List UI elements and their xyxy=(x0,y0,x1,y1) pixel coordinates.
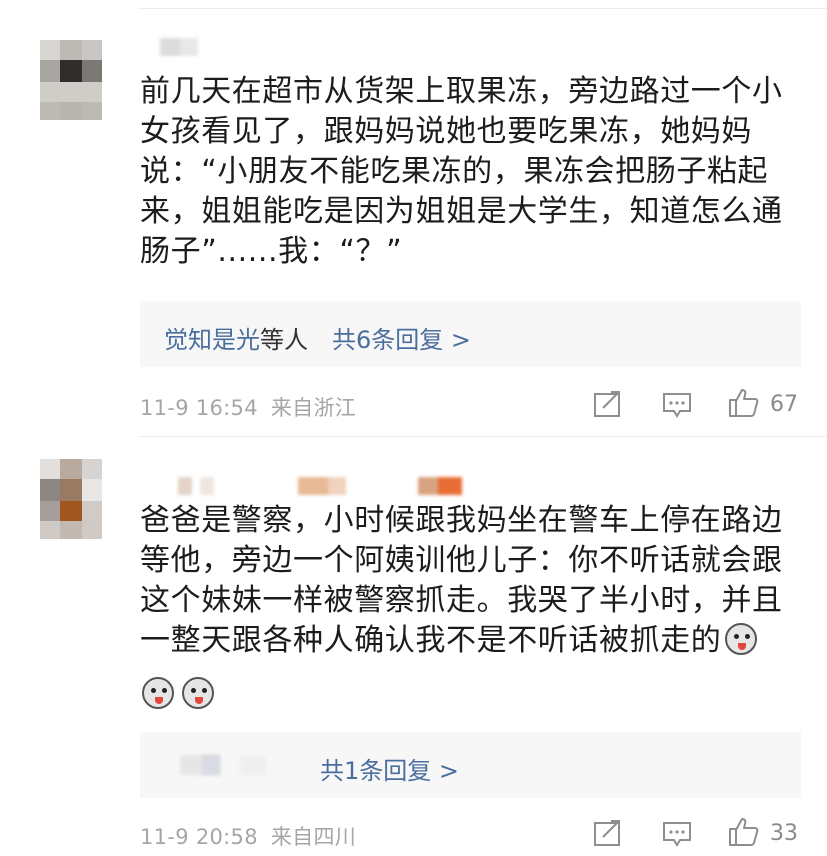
timestamp: 11-9 20:58 xyxy=(140,825,258,849)
comment-text: 爸爸是警察，小时候跟我妈坐在警车上停在路边等他，旁边一个阿姨训他儿子：你不听话就… xyxy=(140,503,783,658)
replies-preview[interactable]: 觉知是光等人 共6条回复 > xyxy=(140,301,801,367)
username-blurred[interactable] xyxy=(178,477,468,499)
husky-emoji-icon xyxy=(142,677,174,709)
share-icon[interactable] xyxy=(593,390,623,418)
location: 来自浙江 xyxy=(270,396,357,420)
husky-emoji-icon xyxy=(725,623,758,655)
avatar[interactable] xyxy=(40,40,102,120)
share-icon[interactable] xyxy=(593,819,623,847)
timestamp: 11-9 16:54 xyxy=(140,396,258,420)
comment-meta: 11-9 16:54 来自浙江 xyxy=(140,392,356,422)
husky-emoji-icon xyxy=(182,677,214,709)
comment-icon[interactable] xyxy=(662,391,692,419)
emoji-row xyxy=(142,677,222,709)
like-count: 67 xyxy=(770,392,798,417)
reply-usernames[interactable]: 觉知是光等人 共6条回复 > xyxy=(164,320,471,355)
thumbs-up-icon[interactable] xyxy=(728,817,760,847)
username-blurred[interactable] xyxy=(160,38,200,60)
thumbs-up-icon[interactable] xyxy=(728,388,760,418)
comment-item: 爸爸是警察，小时候跟我妈坐在警车上停在路边等他，旁边一个阿姨训他儿子：你不听话就… xyxy=(0,437,827,856)
reply-count-link[interactable]: 共1条回复 > xyxy=(320,751,459,786)
location: 来自四川 xyxy=(270,825,357,849)
comment-meta: 11-9 20:58 来自四川 xyxy=(140,821,356,851)
comment-text: 前几天在超市从货架上取果冻，旁边路过一个小女孩看见了，跟妈妈说她也要吃果冻，她妈… xyxy=(140,74,783,269)
comment-item: 前几天在超市从货架上取果冻，旁边路过一个小女孩看见了，跟妈妈说她也要吃果冻，她妈… xyxy=(0,0,827,437)
avatar[interactable] xyxy=(40,459,102,539)
like-count: 33 xyxy=(770,821,798,846)
comment-icon[interactable] xyxy=(662,820,692,848)
replies-preview[interactable]: 共1条回复 > xyxy=(140,732,801,798)
